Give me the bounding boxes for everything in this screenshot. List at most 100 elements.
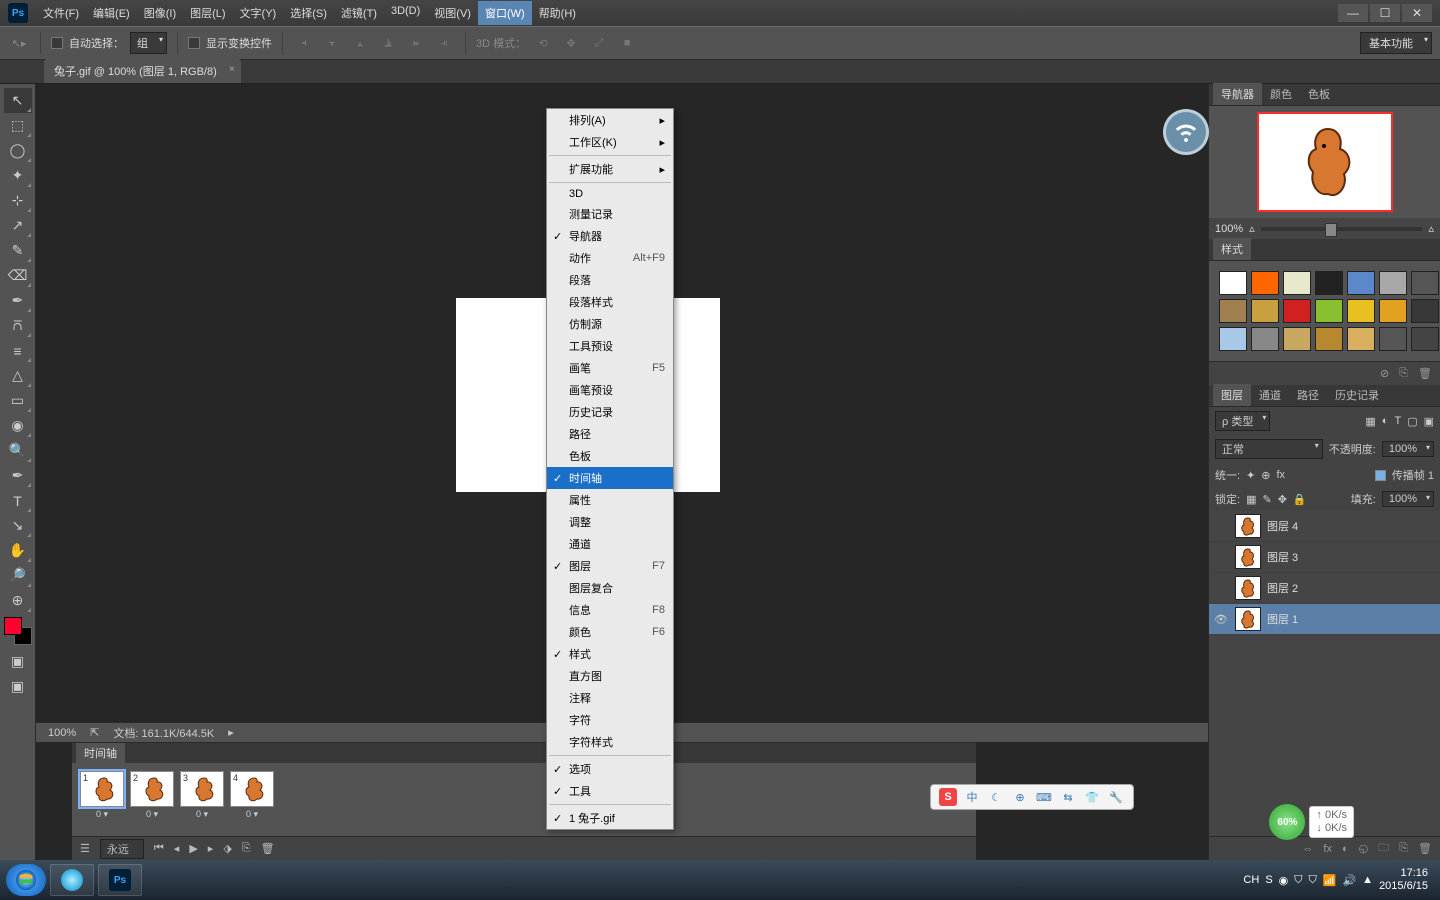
style-swatch[interactable]	[1411, 271, 1439, 295]
quick-mask-icon[interactable]: ▣	[4, 649, 32, 674]
menu-item-路径[interactable]: 路径	[547, 423, 673, 445]
style-swatch[interactable]	[1219, 271, 1247, 295]
propagate-checkbox[interactable]	[1375, 470, 1386, 481]
tool-0[interactable]: ↖	[4, 88, 32, 113]
ime-logo-icon[interactable]: S	[939, 788, 957, 806]
menu-编辑(E)[interactable]: 编辑(E)	[86, 1, 137, 25]
tool-17[interactable]: ↘	[4, 513, 32, 538]
tool-11[interactable]: △	[4, 363, 32, 388]
menu-窗口(W)[interactable]: 窗口(W)	[478, 1, 532, 25]
menu-item-1 兔子.gif[interactable]: ✓1 兔子.gif	[547, 807, 673, 829]
3d-icon[interactable]: ⟲	[532, 32, 554, 54]
menu-滤镜(T)[interactable]: 滤镜(T)	[334, 1, 384, 25]
play-icon[interactable]: ▶	[189, 842, 197, 855]
close-tab-icon[interactable]: ×	[229, 64, 235, 75]
tool-19[interactable]: 🔎	[4, 563, 32, 588]
workspace-selector[interactable]: 基本功能	[1360, 32, 1432, 54]
clear-style-icon[interactable]: ⊘	[1380, 367, 1389, 380]
minimize-button[interactable]: ―	[1338, 4, 1368, 22]
tray-clock[interactable]: 17:16 2015/6/15	[1379, 867, 1434, 893]
align-icon[interactable]: ⫟	[321, 32, 343, 54]
style-swatch[interactable]	[1283, 271, 1311, 295]
menu-item-注释[interactable]: 注释	[547, 687, 673, 709]
menu-item-工具预设[interactable]: 工具预设	[547, 335, 673, 357]
panel-tab-通道[interactable]: 通道	[1251, 384, 1289, 406]
menu-选择(S)[interactable]: 选择(S)	[283, 1, 334, 25]
menu-item-测量记录[interactable]: 测量记录	[547, 203, 673, 225]
tool-9[interactable]: ⩃	[4, 313, 32, 338]
taskbar-app-photoshop[interactable]: Ps	[98, 864, 142, 896]
menu-item-图层[interactable]: ✓图层F7	[547, 555, 673, 577]
wifi-badge-icon[interactable]	[1166, 112, 1206, 152]
menu-item-工具[interactable]: ✓工具	[547, 780, 673, 802]
menu-item-颜色[interactable]: 颜色F6	[547, 621, 673, 643]
first-frame-icon[interactable]: ⏮	[154, 842, 164, 855]
tool-4[interactable]: ⊹	[4, 188, 32, 213]
align-icon[interactable]: ⫣	[433, 32, 455, 54]
align-icon[interactable]: ⫠	[349, 32, 371, 54]
menu-item-3D[interactable]: 3D	[547, 185, 673, 203]
delete-style-icon[interactable]: 🗑	[1418, 367, 1432, 380]
ime-item-icon[interactable]: ⇆	[1059, 788, 1077, 806]
menu-item-仿制源[interactable]: 仿制源	[547, 313, 673, 335]
opacity-value[interactable]: 100%	[1382, 441, 1434, 457]
menu-3D(D)[interactable]: 3D(D)	[384, 1, 427, 25]
style-swatch[interactable]	[1251, 327, 1279, 351]
link-layers-icon[interactable]: ⇔	[1302, 843, 1313, 855]
tool-1[interactable]: ⬚	[4, 113, 32, 138]
menu-item-段落样式[interactable]: 段落样式	[547, 291, 673, 313]
menu-图层(L)[interactable]: 图层(L)	[183, 1, 232, 25]
style-swatch[interactable]	[1315, 299, 1343, 323]
close-button[interactable]: ✕	[1402, 4, 1432, 22]
ime-item-icon[interactable]: ☾	[987, 788, 1005, 806]
styles-tab[interactable]: 样式	[1213, 238, 1251, 260]
tool-5[interactable]: ↗	[4, 213, 32, 238]
menu-item-排列(A)[interactable]: 排列(A)▸	[547, 109, 673, 131]
style-swatch[interactable]	[1315, 327, 1343, 351]
tray-icon[interactable]: 🔊	[1342, 874, 1356, 887]
new-style-icon[interactable]: ⎘	[1399, 367, 1408, 380]
blend-mode-dropdown[interactable]: 正常	[1215, 439, 1323, 459]
layer-visibility-icon[interactable]: 👁	[1213, 613, 1229, 626]
tool-15[interactable]: ✒	[4, 463, 32, 488]
menu-item-动作[interactable]: 动作Alt+F9	[547, 247, 673, 269]
canvas-area[interactable]: 排列(A)▸工作区(K)▸扩展功能▸3D测量记录✓导航器动作Alt+F9段落段落…	[36, 84, 1208, 860]
filter-smart-icon[interactable]: ▣	[1424, 415, 1434, 428]
menu-item-画笔预设[interactable]: 画笔预设	[547, 379, 673, 401]
fill-value[interactable]: 100%	[1382, 491, 1434, 507]
menu-item-字符[interactable]: 字符	[547, 709, 673, 731]
menu-图像(I)[interactable]: 图像(I)	[137, 1, 183, 25]
tray-icon[interactable]: S	[1265, 874, 1272, 886]
tool-7[interactable]: ⌫	[4, 263, 32, 288]
menu-item-信息[interactable]: 信息F8	[547, 599, 673, 621]
delete-layer-icon[interactable]: 🗑	[1418, 842, 1432, 855]
start-button[interactable]	[6, 864, 46, 896]
panel-tab-颜色[interactable]: 颜色	[1262, 83, 1300, 105]
timeline-menu-icon[interactable]: ☰	[80, 842, 90, 855]
screen-mode-icon[interactable]: ▣	[4, 674, 32, 699]
layer-thumbnail[interactable]	[1235, 545, 1261, 569]
tool-6[interactable]: ✎	[4, 238, 32, 263]
tray-icon[interactable]: ⛉	[1294, 874, 1302, 887]
style-swatch[interactable]	[1347, 327, 1375, 351]
tool-13[interactable]: ◉	[4, 413, 32, 438]
group-icon[interactable]: 🗀	[1378, 839, 1389, 858]
menu-item-历史记录[interactable]: 历史记录	[547, 401, 673, 423]
ime-item-icon[interactable]: 🔧	[1107, 788, 1125, 806]
tool-18[interactable]: ✋	[4, 538, 32, 563]
style-swatch[interactable]	[1283, 327, 1311, 351]
style-swatch[interactable]	[1315, 271, 1343, 295]
panel-tab-历史记录[interactable]: 历史记录	[1327, 384, 1387, 406]
color-swatches[interactable]	[4, 617, 32, 645]
layer-row[interactable]: 图层 2	[1209, 573, 1440, 604]
menu-item-色板[interactable]: 色板	[547, 445, 673, 467]
maximize-button[interactable]: ☐	[1370, 4, 1400, 22]
style-swatch[interactable]	[1219, 327, 1247, 351]
next-frame-icon[interactable]: ▸	[208, 842, 214, 855]
menu-帮助(H)[interactable]: 帮助(H)	[532, 1, 583, 25]
loop-dropdown[interactable]: 永远	[100, 839, 144, 859]
layer-filter-type[interactable]: ρ 类型	[1215, 411, 1270, 431]
layer-thumbnail[interactable]	[1235, 607, 1261, 631]
layer-thumbnail[interactable]	[1235, 514, 1261, 538]
show-transform-checkbox[interactable]	[188, 37, 200, 49]
